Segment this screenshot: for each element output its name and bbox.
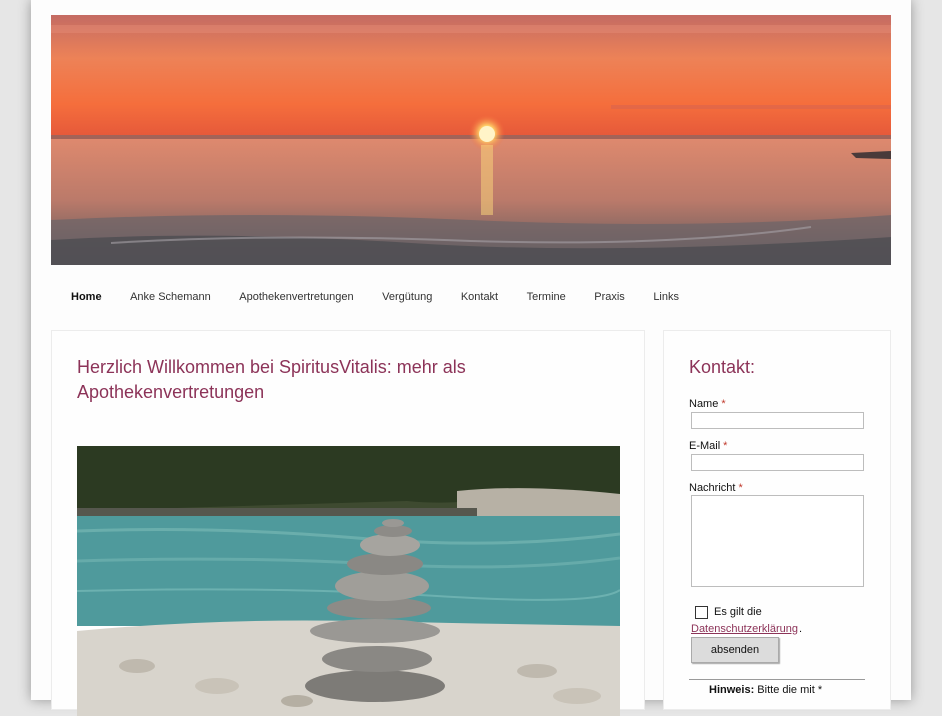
name-field[interactable] (691, 412, 864, 429)
required-mark: * (723, 440, 728, 452)
nav-item-apothekenvertretungen[interactable]: Apothekenvertretungen (239, 291, 353, 303)
header-sunset-image (51, 15, 891, 265)
required-mark: * (738, 482, 743, 494)
nav-item-termine[interactable]: Termine (527, 291, 566, 303)
main-content: Herzlich Willkommen bei SpiritusVitalis:… (51, 330, 645, 716)
contact-sidebar: Kontakt: Name * E-Mail * Nachricht * Es gil… (663, 330, 891, 710)
nav-item-home[interactable]: Home (71, 291, 102, 303)
page-container: Home Anke Schemann Apothekenvertretungen… (31, 0, 911, 716)
email-label-text: E-Mail (689, 440, 721, 452)
page-title: Herzlich Willkommen bei SpiritusVitalis:… (77, 357, 466, 402)
hint-text: Hinweis: Bitte die mit * (709, 684, 822, 696)
nav-item-anke-schemann[interactable]: Anke Schemann (130, 291, 211, 303)
email-label: E-Mail * (689, 440, 727, 452)
message-label: Nachricht * (689, 482, 743, 494)
privacy-text: Es gilt die (714, 606, 762, 618)
message-field[interactable] (691, 495, 864, 587)
message-label-text: Nachricht (689, 482, 736, 494)
nav-item-verguetung[interactable]: Vergütung (382, 291, 432, 303)
nav-item-praxis[interactable]: Praxis (594, 291, 625, 303)
privacy-period: . (799, 623, 803, 635)
required-mark: * (721, 398, 726, 410)
email-field[interactable] (691, 454, 864, 471)
contact-title: Kontakt: (689, 357, 756, 377)
stone-cairn-image (77, 446, 620, 716)
submit-button[interactable]: absenden (691, 637, 779, 663)
divider (689, 679, 865, 680)
name-label: Name * (689, 398, 726, 410)
nav-item-kontakt[interactable]: Kontakt (461, 291, 498, 303)
privacy-checkbox[interactable] (695, 606, 708, 619)
name-label-text: Name (689, 398, 719, 410)
privacy-policy-link[interactable]: Datenschutzerklärung (691, 623, 798, 635)
hint-body: Bitte die mit * (757, 684, 823, 696)
nav-item-links[interactable]: Links (653, 291, 679, 303)
hint-label: Hinweis: (709, 684, 755, 696)
main-navigation: Home Anke Schemann Apothekenvertretungen… (51, 280, 891, 314)
